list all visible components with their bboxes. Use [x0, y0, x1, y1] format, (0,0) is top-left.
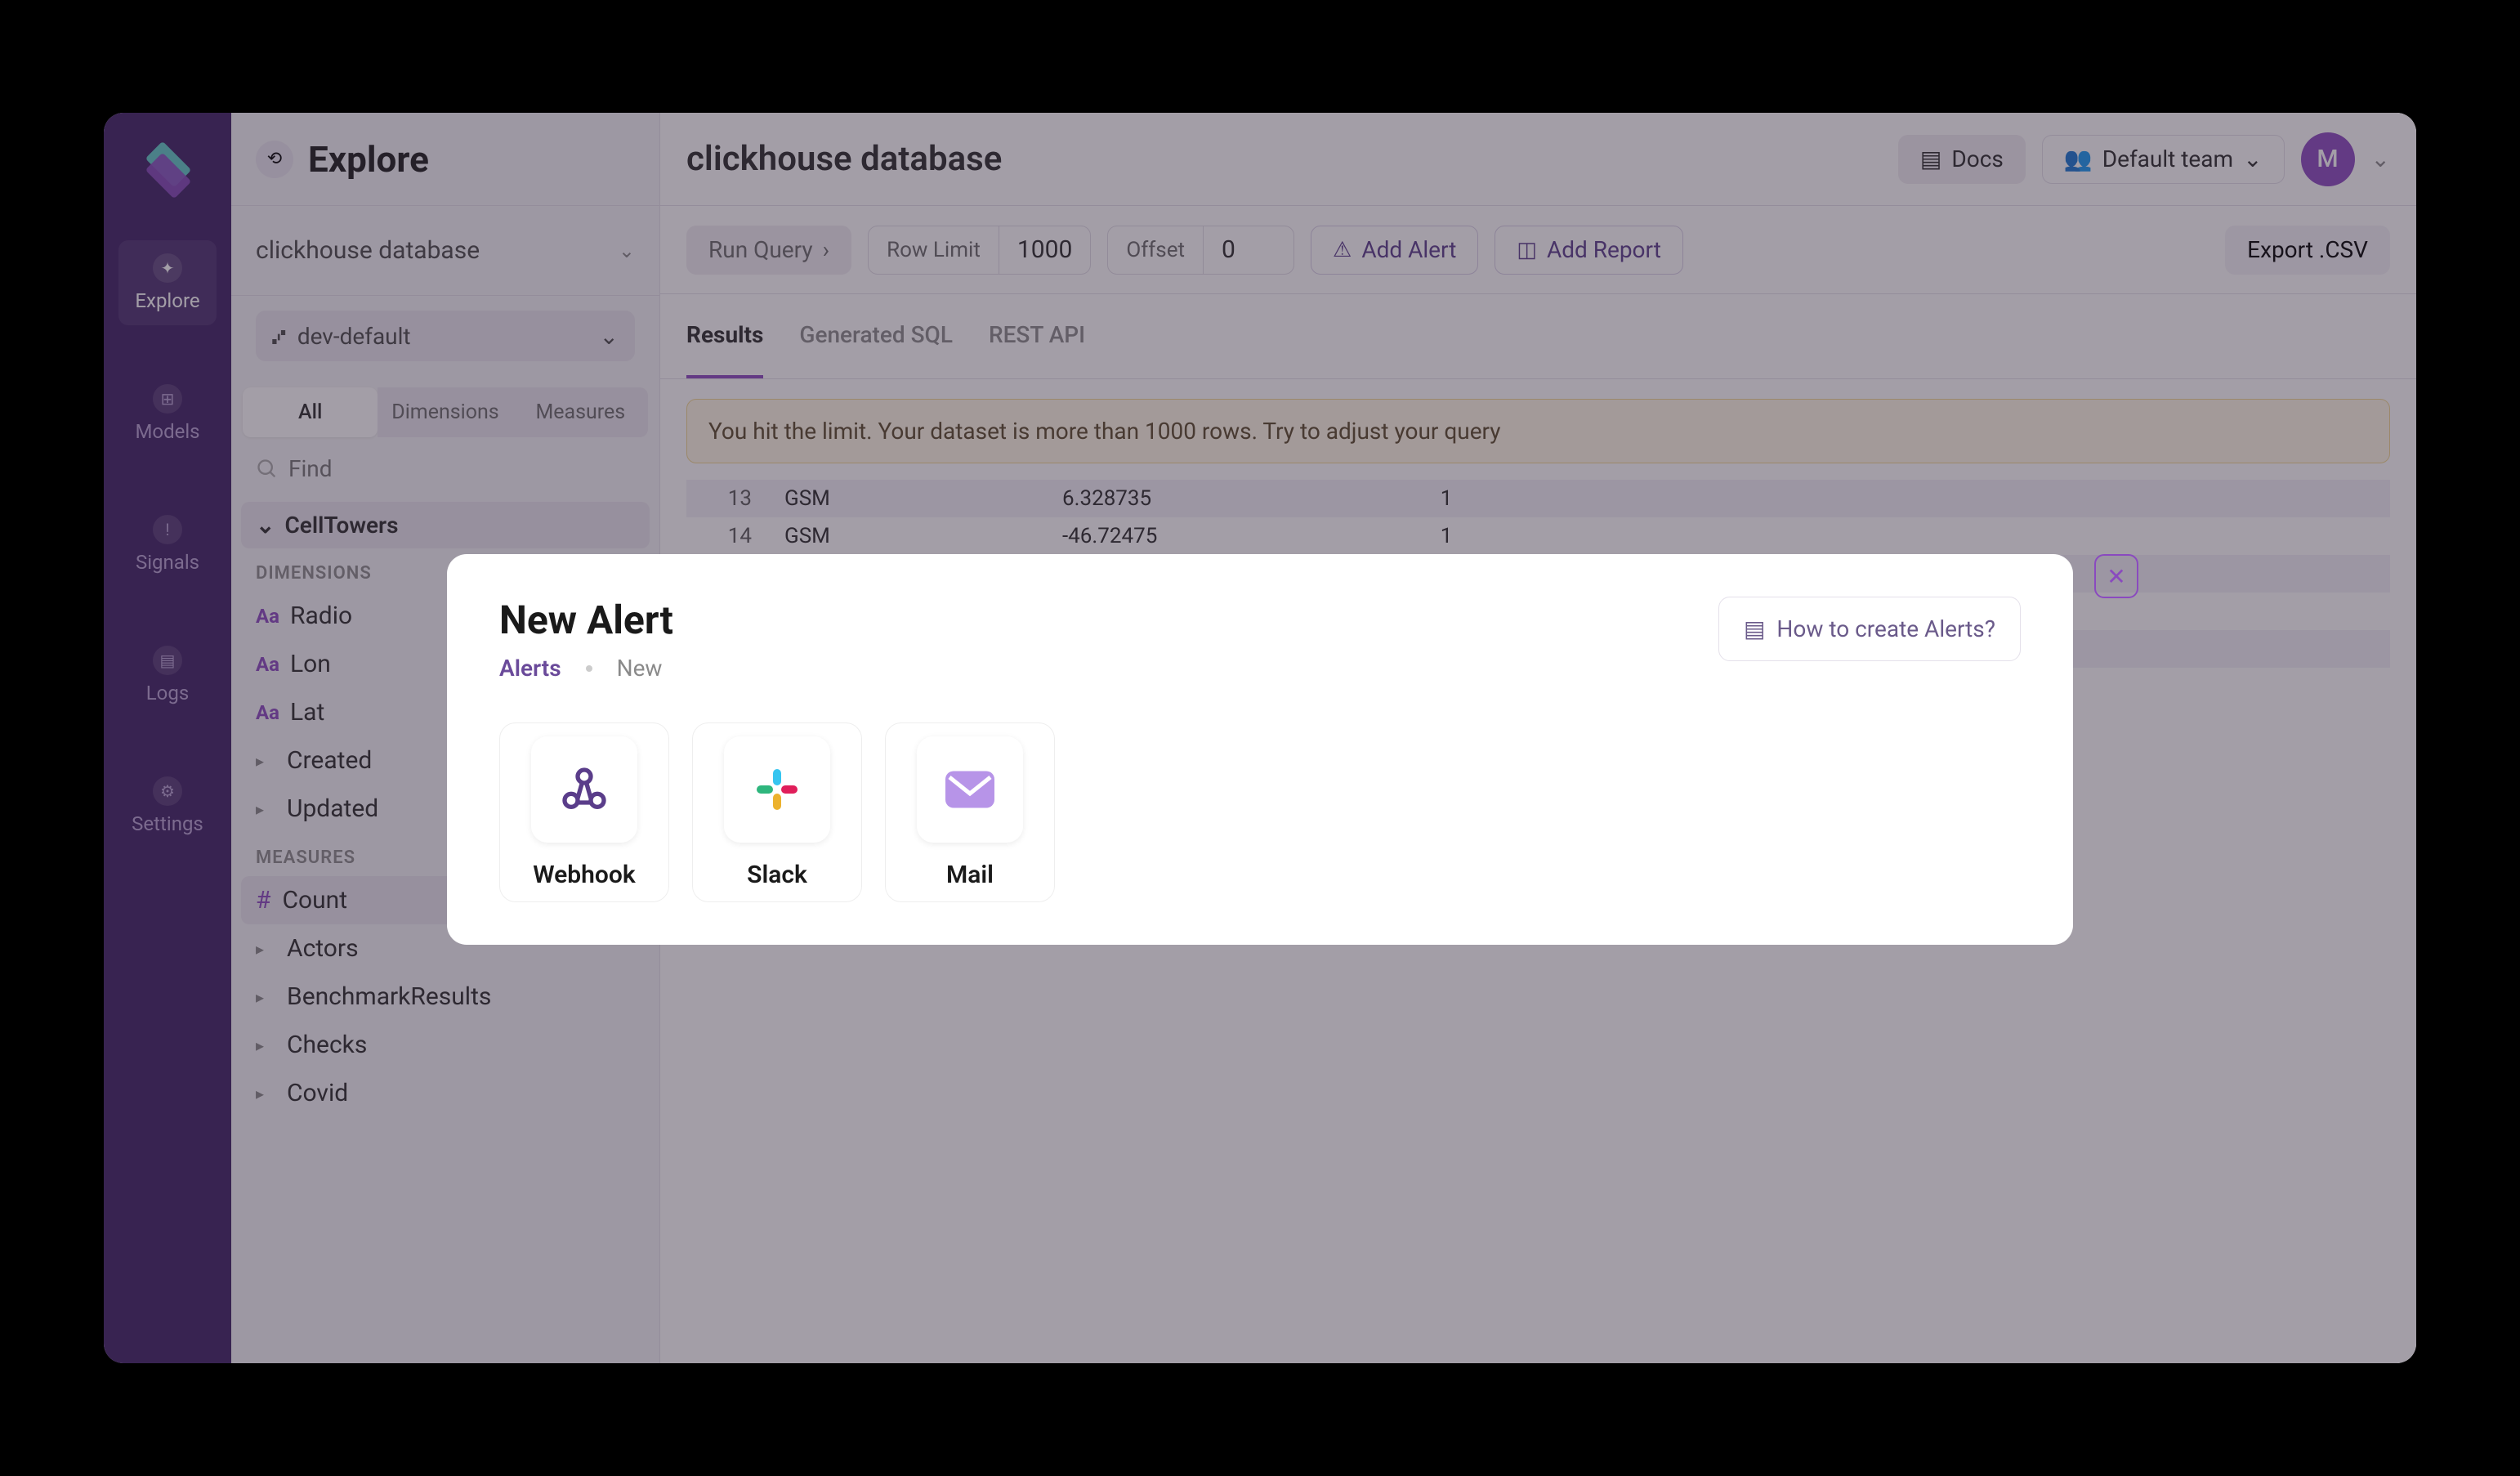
close-modal-button[interactable]: ✕	[2094, 554, 2138, 598]
app-window: ✦ Explore ⊞ Models ! Signals ▤ Logs ⚙ Se…	[104, 113, 2416, 1363]
card-label: Slack	[747, 861, 807, 889]
modal-title: New Alert	[499, 597, 673, 643]
card-webhook[interactable]: Webhook	[499, 722, 669, 902]
slack-icon	[724, 736, 830, 843]
modal-overlay: ✕ New Alert Alerts New ▤ How to create A…	[104, 113, 2416, 1363]
help-link[interactable]: ▤ How to create Alerts?	[1718, 597, 2021, 661]
breadcrumb: Alerts New	[499, 655, 673, 682]
close-icon: ✕	[2107, 563, 2125, 590]
crumb-current: New	[617, 655, 663, 682]
card-label: Webhook	[533, 861, 635, 889]
card-slack[interactable]: Slack	[692, 722, 862, 902]
alert-type-cards: Webhook Slack Mail	[499, 722, 2021, 902]
crumb-separator-icon	[586, 665, 592, 672]
crumb-root[interactable]: Alerts	[499, 655, 561, 682]
card-label: Mail	[946, 861, 994, 889]
new-alert-modal: ✕ New Alert Alerts New ▤ How to create A…	[447, 554, 2073, 945]
mail-icon	[917, 736, 1023, 843]
webhook-icon	[531, 736, 637, 843]
docs-icon: ▤	[1744, 615, 1765, 642]
card-mail[interactable]: Mail	[885, 722, 1055, 902]
